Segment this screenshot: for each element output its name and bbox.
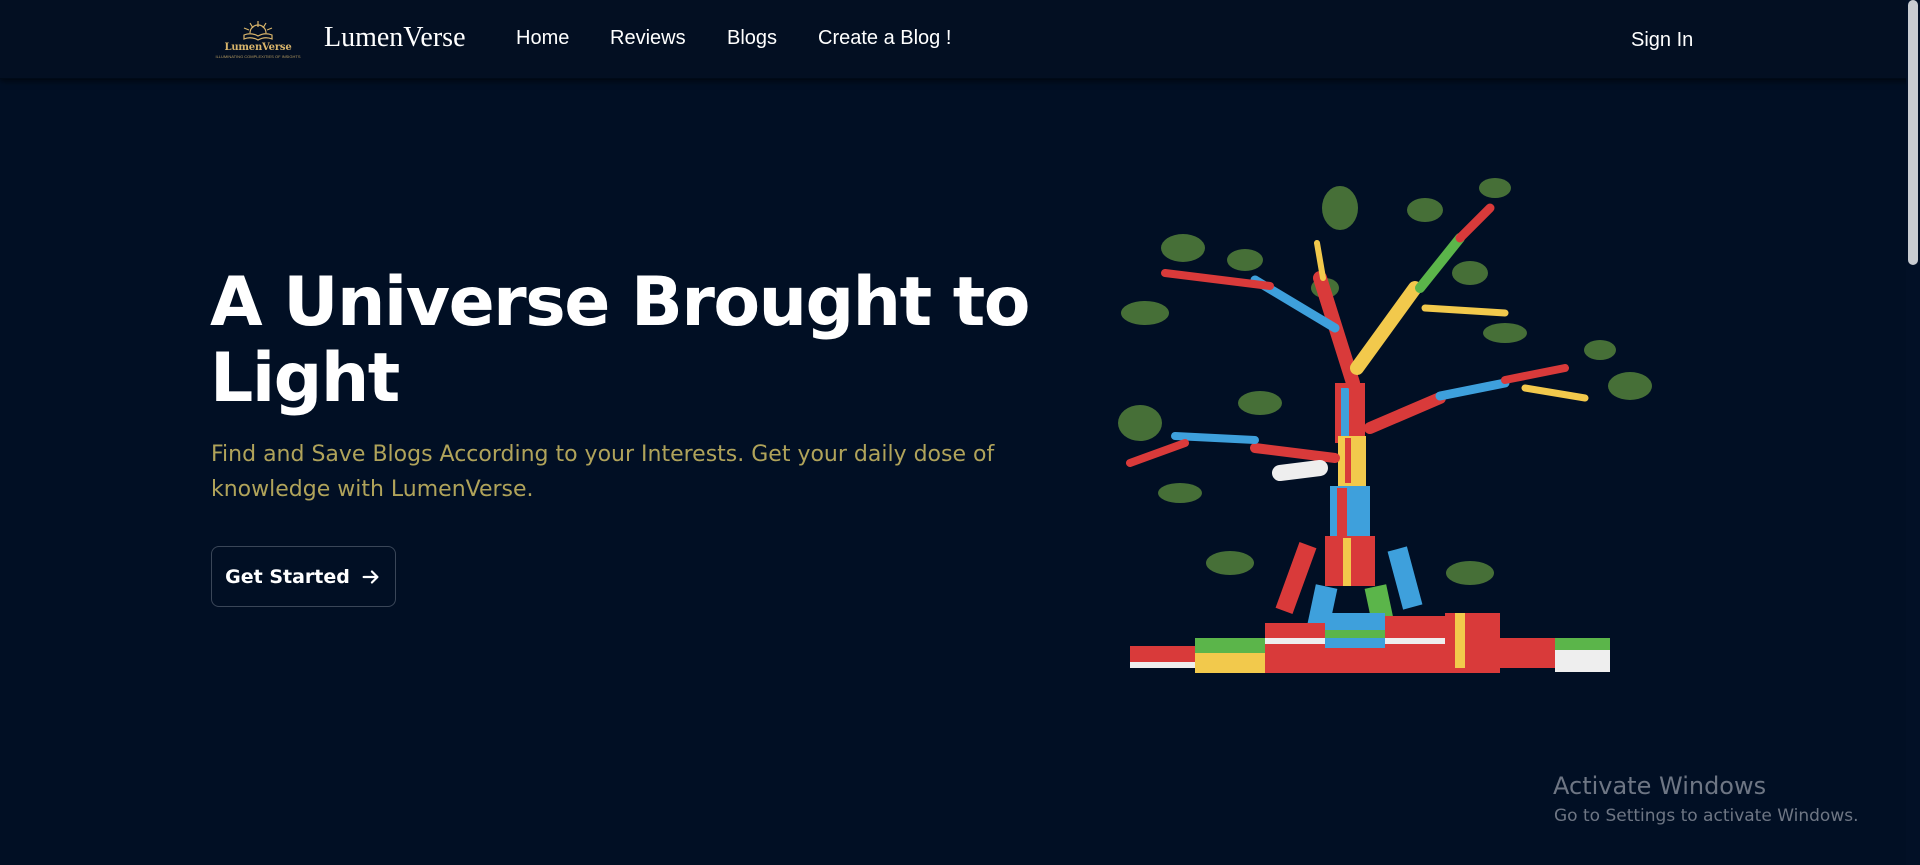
activate-windows-subtitle: Go to Settings to activate Windows. xyxy=(1554,806,1859,826)
nav-link-blogs[interactable]: Blogs xyxy=(727,27,777,50)
logo-text: LumenVerse xyxy=(224,42,292,53)
arrow-right-icon xyxy=(362,569,379,584)
brand-name[interactable]: LumenVerse xyxy=(324,22,466,54)
nav-link-create-blog[interactable]: Create a Blog ! xyxy=(818,27,951,50)
activate-windows-title: Activate Windows xyxy=(1553,772,1767,800)
nav-link-reviews[interactable]: Reviews xyxy=(610,27,686,50)
logo-tagline: ILLUMINATING COMPLEXITIES OF INSIGHTS xyxy=(215,54,301,59)
book-tree-illustration xyxy=(1118,178,1652,673)
scrollbar[interactable] xyxy=(1906,0,1920,865)
nav-link-home[interactable]: Home xyxy=(516,27,569,50)
hero-title: A Universe Brought to Light xyxy=(210,263,1030,418)
hero-subtitle: Find and Save Blogs According to your In… xyxy=(211,442,995,502)
logo[interactable]: LumenVerse ILLUMINATING COMPLEXITIES OF … xyxy=(215,6,301,72)
navbar: LumenVerse ILLUMINATING COMPLEXITIES OF … xyxy=(0,0,1920,79)
get-started-button[interactable]: Get Started xyxy=(211,546,396,607)
get-started-label: Get Started xyxy=(225,565,350,588)
sign-in-link[interactable]: Sign In xyxy=(1631,29,1693,52)
scrollbar-thumb[interactable] xyxy=(1908,0,1918,265)
sunrise-book-logo-icon xyxy=(243,21,273,41)
